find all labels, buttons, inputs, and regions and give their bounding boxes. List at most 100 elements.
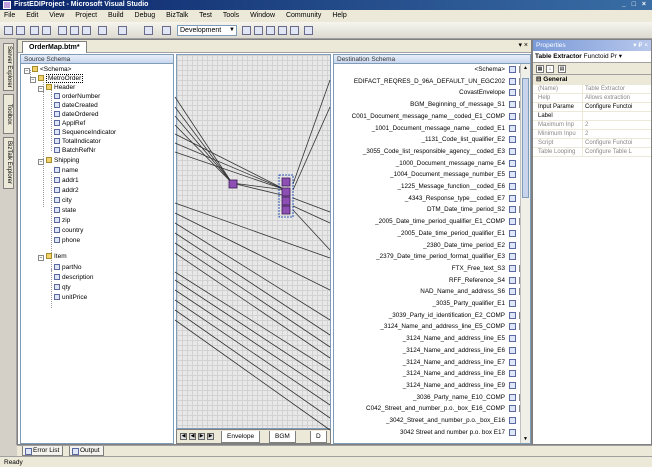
destination-node[interactable]: _3039_Party_id_identification_E2_COMP+ (334, 311, 526, 320)
property-value[interactable]: 2 (583, 121, 651, 129)
destination-node[interactable]: FTX_Free_text_S3+ (334, 264, 526, 273)
object-browser-icon[interactable] (278, 26, 287, 35)
destination-node[interactable]: _2380_Date_time_period_E2 (334, 241, 520, 250)
property-value[interactable]: Configure Functoi (583, 103, 651, 111)
property-row[interactable]: (Name) Table Extractor (533, 85, 651, 94)
navigate-icon[interactable] (144, 26, 153, 35)
menu-edit[interactable]: Edit (26, 12, 38, 19)
property-row[interactable]: Minimum Inpu 2 (533, 130, 651, 139)
scroll-down-icon[interactable]: ▼ (522, 435, 529, 443)
destination-node[interactable]: _2005_Date_time_period_qualifier_E1_COMP… (334, 217, 526, 226)
property-row[interactable]: Maximum Inp 2 (533, 121, 651, 130)
copy-icon[interactable] (70, 26, 79, 35)
mapper-grid[interactable] (176, 54, 331, 429)
grid-tab-d[interactable]: D (310, 431, 327, 443)
property-row[interactable]: Table Looping Configure Table L (533, 148, 651, 157)
source-node[interactable]: name (54, 166, 78, 175)
destination-node[interactable]: _2005_Date_time_period_qualifier_E1 (334, 229, 520, 238)
destination-node[interactable]: <Schema>+ (334, 65, 526, 74)
menu-tools[interactable]: Tools (223, 12, 239, 19)
properties-window-controls[interactable]: ▾ ₽ × (633, 40, 648, 51)
categorized-icon[interactable]: ▦ (536, 65, 544, 73)
menu-test[interactable]: Test (199, 12, 212, 19)
toolbar-options-icon[interactable] (304, 26, 313, 35)
tab-ordermap[interactable]: OrderMap.btm* (22, 41, 87, 53)
collapse-icon[interactable]: − (38, 86, 44, 92)
redo-icon[interactable] (118, 26, 127, 35)
properties-object-select[interactable]: Table Extractor Functoid Pr ▾ (533, 51, 651, 63)
new-project-icon[interactable] (4, 26, 13, 35)
destination-node[interactable]: _3035_Party_qualifier_E1 (334, 299, 520, 308)
server-explorer-tab[interactable]: Server Explorer (3, 43, 14, 91)
source-node[interactable]: − Item (38, 252, 67, 261)
destination-node[interactable]: _1000_Document_message_name_E4 (334, 159, 520, 168)
destination-node[interactable]: RFF_Reference_S4+ (334, 276, 526, 285)
scroll-up-icon[interactable]: ▲ (522, 64, 529, 72)
destination-node[interactable]: NAD_Name_and_address_S6+ (334, 287, 526, 296)
property-value[interactable]: 2 (583, 130, 651, 138)
menu-window[interactable]: Window (250, 12, 275, 19)
source-node[interactable]: zip (54, 216, 70, 225)
cut-icon[interactable] (58, 26, 67, 35)
grid-first-page-icon[interactable]: ◀ (180, 433, 187, 440)
destination-node[interactable]: BGM_Beginning_of_message_S1+ (334, 100, 526, 109)
save-all-icon[interactable] (42, 26, 51, 35)
tab-output[interactable]: Output (69, 446, 104, 456)
grid-tab-bgm[interactable]: BGM (269, 431, 296, 443)
source-node[interactable]: ApplRef (54, 119, 85, 128)
properties-window-icon[interactable] (266, 26, 275, 35)
property-value[interactable]: Configure Table L (583, 148, 651, 156)
source-node[interactable]: TotalIndicator (54, 137, 101, 146)
destination-node[interactable]: _3124_Name_and_address_line_E9 (334, 381, 520, 390)
menu-debug[interactable]: Debug (135, 12, 156, 19)
grid-tab-envelope[interactable]: Envelope (221, 431, 261, 443)
source-node[interactable]: city (54, 196, 72, 205)
toolbox-icon[interactable] (290, 26, 299, 35)
destination-node[interactable]: _3055_Code_list_responsible_agency__code… (334, 147, 520, 156)
property-category-general[interactable]: ⊟ General (533, 75, 651, 85)
biztalk-explorer-tab[interactable]: BizTalk Explorer (3, 137, 14, 189)
source-node[interactable]: phone (54, 236, 80, 245)
menu-view[interactable]: View (49, 12, 64, 19)
source-node[interactable]: − <Schema> (24, 65, 71, 74)
source-node[interactable]: SequenceIndicator (54, 128, 116, 137)
save-icon[interactable] (30, 26, 39, 35)
destination-node[interactable]: _3124_Name_and_address_line_E6 (334, 346, 520, 355)
paste-icon[interactable] (82, 26, 91, 35)
source-node[interactable]: − Shipping (38, 156, 79, 165)
menu-biztalk[interactable]: BizTalk (166, 12, 188, 19)
property-row[interactable]: Script Configure Functoi (533, 139, 651, 148)
tab-error-list[interactable]: Error List (22, 446, 64, 456)
destination-node[interactable]: _1225_Message_function__coded_E6 (334, 182, 520, 191)
destination-node[interactable]: EDIFACT_REQRES_D_96A_DEFAULT_UN_EGC202+ (334, 77, 526, 86)
property-pages-icon[interactable]: ▤ (558, 65, 566, 73)
destination-node[interactable]: C001_Document_message_name__coded_E1_COM… (334, 112, 526, 121)
destination-node[interactable]: _3124_Name_and_address_line_E5_COMP+ (334, 322, 526, 331)
collapse-icon[interactable]: − (30, 77, 36, 83)
menu-community[interactable]: Community (286, 12, 321, 19)
solution-explorer-icon[interactable] (254, 26, 263, 35)
destination-node[interactable]: C042_Street_and_number_p.o._box_E16_COMP… (334, 404, 526, 413)
window-controls[interactable]: _ □ × (622, 0, 648, 10)
source-node[interactable]: partNo (54, 263, 82, 272)
destination-node[interactable]: _3124_Name_and_address_line_E5 (334, 334, 520, 343)
find-icon[interactable] (242, 26, 251, 35)
solution-config-select[interactable]: Development ▼ (177, 25, 237, 36)
destination-node[interactable]: _1131_Code_list_qualifier_E2 (334, 135, 520, 144)
destination-node[interactable]: DTM_Date_time_period_S2+ (334, 205, 526, 214)
collapse-icon[interactable]: − (38, 159, 44, 165)
destination-node[interactable]: _3042_Street_and_number_p.o._box_E16 (334, 416, 520, 425)
add-item-icon[interactable] (16, 26, 25, 35)
source-node[interactable]: unitPrice (54, 293, 87, 302)
destination-node[interactable]: CovastEnvelope+ (334, 88, 526, 97)
source-node[interactable]: addr2 (54, 186, 79, 195)
destination-node[interactable]: _4343_Response_type__coded_E7 (334, 194, 520, 203)
menu-file[interactable]: File (4, 12, 15, 19)
destination-node[interactable]: _2379_Date_time_period_format_qualifier_… (334, 252, 520, 261)
collapse-icon[interactable]: − (38, 255, 44, 261)
menu-project[interactable]: Project (75, 12, 97, 19)
source-node[interactable]: addr1 (54, 176, 79, 185)
destination-node[interactable]: _3124_Name_and_address_line_E8 (334, 369, 520, 378)
document-tab-controls[interactable]: ▾ × (518, 41, 528, 49)
destination-scrollbar[interactable]: ▲ ▼ (520, 64, 530, 443)
